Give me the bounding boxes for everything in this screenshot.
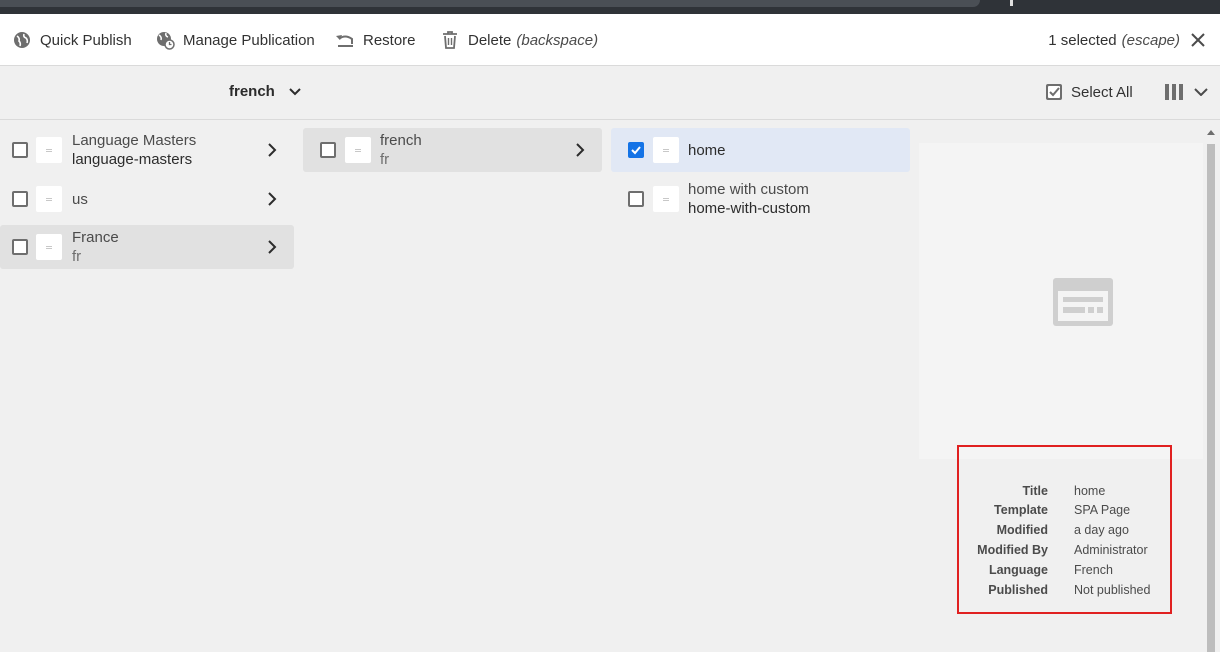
- scrollbar-thumb[interactable]: [1207, 144, 1215, 652]
- chevron-down-icon: [289, 87, 301, 95]
- item-text: french fr: [380, 131, 422, 169]
- meta-title-row: Title home: [959, 484, 1170, 504]
- item-text: us: [72, 190, 88, 209]
- meta-modified-by-row: Modified By Administrator: [959, 543, 1170, 563]
- selection-escape-hint: (escape): [1121, 31, 1180, 49]
- metadata-panel: Title home Template SPA Page Modified a …: [957, 445, 1172, 614]
- scroll-up-arrow-icon[interactable]: [1207, 130, 1215, 135]
- trash-icon: [440, 30, 460, 50]
- item-name: fr: [380, 151, 390, 168]
- item-title: french: [380, 132, 422, 149]
- chevron-right-icon[interactable]: [266, 192, 278, 206]
- item-title: home: [688, 141, 726, 159]
- delete-button[interactable]: Delete (backspace): [440, 14, 598, 66]
- item-title: Language Masters: [72, 132, 197, 149]
- globe-icon: [12, 30, 32, 50]
- breadcrumb-label: french: [229, 83, 275, 100]
- column-view-icon: [1165, 84, 1183, 100]
- meta-value: French: [1074, 563, 1113, 577]
- restore-label: Restore: [363, 31, 416, 49]
- checkmark-icon: [631, 146, 641, 155]
- list-item[interactable]: home with custom home-with-custom: [611, 177, 910, 221]
- chevron-down-icon: [1194, 88, 1208, 96]
- selection-count: 1 selected (escape): [1048, 14, 1180, 66]
- list-item[interactable]: us: [0, 177, 294, 221]
- page-thumbnail: [36, 234, 62, 260]
- meta-label: Published: [988, 583, 1048, 597]
- page-thumbnail: [36, 137, 62, 163]
- meta-label: Modified: [996, 523, 1048, 537]
- item-text: France fr: [72, 228, 119, 266]
- meta-template-row: Template SPA Page: [959, 503, 1170, 523]
- quick-publish-label: Quick Publish: [40, 31, 132, 49]
- item-text: home with custom home-with-custom: [688, 180, 811, 218]
- scrollbar[interactable]: [1204, 130, 1218, 652]
- delete-shortcut-hint: (backspace): [516, 31, 599, 49]
- delete-label: Delete: [468, 31, 512, 49]
- page-thumbnail: [653, 186, 679, 212]
- content-toolbar: french Select All: [0, 66, 1220, 120]
- chevron-right-icon[interactable]: [266, 240, 278, 254]
- meta-value: home: [1074, 484, 1106, 498]
- action-bar: Quick Publish Manage Publication Restore…: [0, 14, 1220, 66]
- page-thumbnail: [345, 137, 371, 163]
- item-name: fr: [72, 248, 82, 265]
- shell-header-strip: [0, 0, 1220, 14]
- item-name: home-with-custom: [688, 200, 811, 217]
- meta-label: Title: [1022, 484, 1048, 498]
- meta-language-row: Language French: [959, 563, 1170, 583]
- globe-clock-icon: [155, 30, 175, 50]
- list-item[interactable]: Language Masters language-masters: [0, 128, 294, 172]
- restore-button[interactable]: Restore: [335, 14, 416, 66]
- list-item[interactable]: french fr: [303, 128, 602, 172]
- manage-publication-label: Manage Publication: [183, 31, 315, 49]
- breadcrumb[interactable]: french: [229, 83, 301, 100]
- row-checkbox[interactable]: [628, 191, 644, 207]
- restore-icon: [335, 30, 355, 50]
- meta-modified-row: Modified a day ago: [959, 523, 1170, 543]
- row-checkbox[interactable]: [12, 191, 28, 207]
- meta-value: Administrator: [1074, 543, 1148, 557]
- quick-publish-button[interactable]: Quick Publish: [12, 14, 132, 66]
- page-thumbnail: [36, 186, 62, 212]
- page-template-icon: [1053, 278, 1113, 326]
- item-title: us: [72, 190, 88, 208]
- row-checkbox[interactable]: [12, 239, 28, 255]
- row-checkbox[interactable]: [320, 142, 336, 158]
- meta-published-row: Published Not published: [959, 583, 1170, 603]
- item-title: France: [72, 229, 119, 246]
- view-switcher[interactable]: [1164, 83, 1208, 101]
- list-item[interactable]: France fr: [0, 225, 294, 269]
- chevron-right-icon[interactable]: [266, 143, 278, 157]
- select-all-icon: [1046, 84, 1062, 100]
- item-text: Language Masters language-masters: [72, 131, 196, 169]
- meta-label: Modified By: [977, 543, 1048, 557]
- meta-label: Language: [988, 563, 1048, 577]
- shell-indicator: [1010, 0, 1013, 6]
- meta-label: Template: [994, 503, 1048, 517]
- manage-publication-button[interactable]: Manage Publication: [155, 14, 315, 66]
- item-name: language-masters: [72, 151, 193, 168]
- row-checkbox[interactable]: [12, 142, 28, 158]
- list-item[interactable]: home: [611, 128, 910, 172]
- close-icon[interactable]: [1188, 30, 1208, 50]
- preview-panel: [919, 143, 1203, 459]
- meta-value: SPA Page: [1074, 503, 1131, 517]
- chevron-right-icon[interactable]: [574, 143, 586, 157]
- page-thumbnail: [653, 137, 679, 163]
- selection-count-label: 1 selected: [1048, 31, 1117, 49]
- row-checkbox-checked[interactable]: [628, 142, 644, 158]
- meta-value: a day ago: [1074, 523, 1129, 537]
- select-all-label: Select All: [1071, 83, 1133, 101]
- select-all-button[interactable]: Select All: [1045, 83, 1133, 101]
- shell-search-edge: [0, 0, 980, 7]
- item-text: home: [688, 141, 726, 160]
- item-title: home with custom: [688, 181, 809, 198]
- meta-value: Not published: [1074, 583, 1151, 597]
